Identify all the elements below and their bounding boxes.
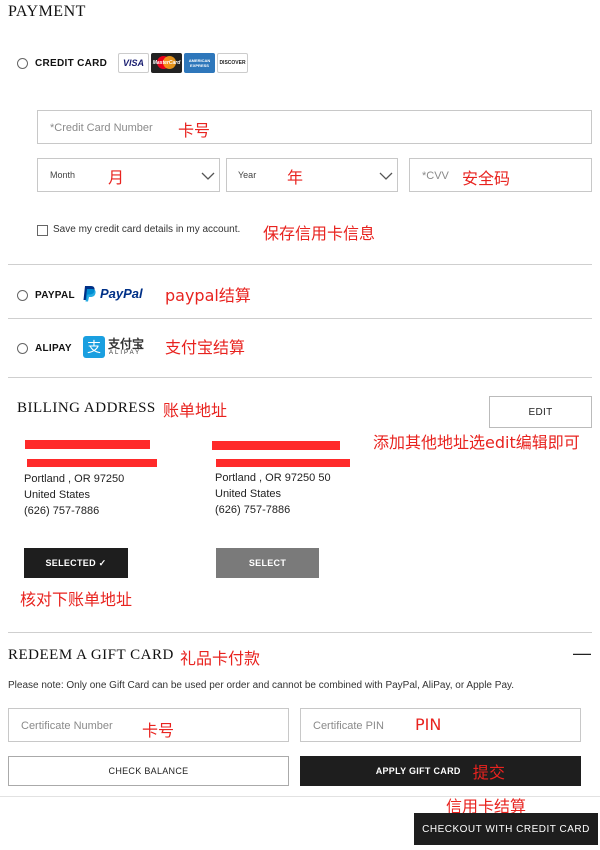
certificate-pin-input[interactable]: Certificate PIN PIN bbox=[300, 708, 581, 742]
month-note: 月 bbox=[108, 168, 125, 187]
amex-logo: AMERICAN EXPRESS bbox=[184, 53, 215, 73]
apply-gift-card-label: APPLY GIFT CARD bbox=[375, 766, 461, 776]
apply-gift-card-button[interactable]: APPLY GIFT CARD 提交 bbox=[300, 756, 581, 786]
billing-title-note: 账单地址 bbox=[163, 401, 228, 420]
apply-gift-card-note: 提交 bbox=[472, 763, 506, 782]
paypal-note: paypal结算 bbox=[165, 286, 251, 305]
certificate-pin-note: PIN bbox=[415, 715, 442, 734]
paypal-radio[interactable] bbox=[17, 290, 28, 301]
billing-title: BILLING ADDRESS bbox=[17, 400, 156, 416]
save-card-note: 保存信用卡信息 bbox=[263, 224, 376, 243]
gift-card-note: Please note: Only one Gift Card can be u… bbox=[8, 680, 515, 691]
address-2-phone: (626) 757-7886 bbox=[215, 504, 291, 516]
save-card-label: Save my credit card details in my accoun… bbox=[53, 224, 241, 235]
edit-button[interactable]: EDIT bbox=[489, 396, 592, 428]
alipay-brand-en: ALIPAY bbox=[109, 350, 142, 356]
chevron-down-icon bbox=[379, 172, 393, 180]
redaction-mark bbox=[27, 459, 157, 467]
mastercard-logo: MasterCard bbox=[151, 53, 182, 73]
credit-card-radio[interactable] bbox=[17, 58, 28, 69]
redaction-mark bbox=[212, 441, 340, 450]
checkout-with-credit-card-button[interactable]: CHECKOUT WITH CREDIT CARD bbox=[414, 813, 598, 845]
gift-card-title: REDEEM A GIFT CARD bbox=[8, 647, 174, 663]
card-number-note: 卡号 bbox=[178, 121, 211, 140]
payment-title: PAYMENT bbox=[8, 3, 86, 20]
divider bbox=[8, 318, 592, 319]
divider bbox=[8, 632, 592, 633]
cvv-note: 安全码 bbox=[462, 169, 511, 188]
certificate-number-placeholder: Certificate Number bbox=[21, 720, 113, 732]
chevron-down-icon bbox=[201, 172, 215, 180]
card-number-input[interactable]: *Credit Card Number 卡号 bbox=[37, 110, 592, 144]
verify-address-note: 核对下账单地址 bbox=[20, 590, 133, 609]
month-select[interactable]: Month 月 bbox=[37, 158, 220, 192]
edit-note: 添加其他地址选edit编辑即可 bbox=[373, 433, 580, 452]
address-2-country: United States bbox=[215, 488, 282, 500]
card-number-placeholder: *Credit Card Number bbox=[50, 122, 153, 134]
certificate-number-note: 卡号 bbox=[142, 721, 175, 740]
cvv-placeholder: *CVV bbox=[422, 170, 449, 182]
address-2-city: Portland , OR 97250 50 bbox=[215, 472, 331, 484]
visa-logo: VISA bbox=[118, 53, 149, 73]
redaction-mark bbox=[25, 440, 150, 449]
collapse-icon[interactable]: — bbox=[573, 643, 591, 664]
selected-address-button[interactable]: SELECTED ✓ bbox=[24, 548, 128, 578]
select-address-button[interactable]: SELECT bbox=[216, 548, 319, 578]
discover-logo: DISCOVER bbox=[217, 53, 248, 73]
gift-card-title-note: 礼品卡付款 bbox=[180, 649, 261, 668]
paypal-brand: PayPal bbox=[100, 286, 143, 301]
card-logos: VISA MasterCard AMERICAN EXPRESS DISCOVE… bbox=[118, 53, 248, 73]
paypal-icon bbox=[83, 286, 96, 302]
paypal-label: PAYPAL bbox=[35, 290, 75, 301]
certificate-pin-placeholder: Certificate PIN bbox=[313, 720, 384, 732]
credit-card-label: CREDIT CARD bbox=[35, 58, 108, 69]
save-card-checkbox[interactable] bbox=[37, 225, 48, 236]
address-1-city: Portland , OR 97250 bbox=[24, 473, 125, 485]
year-placeholder: Year bbox=[238, 170, 257, 180]
alipay-note: 支付宝结算 bbox=[165, 338, 246, 357]
divider bbox=[8, 377, 592, 378]
year-note: 年 bbox=[287, 168, 304, 187]
cvv-input[interactable]: *CVV 安全码 bbox=[409, 158, 592, 192]
divider bbox=[8, 264, 592, 265]
alipay-label: ALIPAY bbox=[35, 343, 72, 354]
alipay-icon: 支 bbox=[83, 336, 105, 358]
year-select[interactable]: Year 年 bbox=[226, 158, 398, 192]
alipay-radio[interactable] bbox=[17, 343, 28, 354]
address-1-phone: (626) 757-7886 bbox=[24, 505, 100, 517]
check-balance-button[interactable]: CHECK BALANCE bbox=[8, 756, 289, 786]
address-1-country: United States bbox=[24, 489, 91, 501]
month-placeholder: Month bbox=[50, 170, 76, 180]
redaction-mark bbox=[216, 459, 350, 467]
certificate-number-input[interactable]: Certificate Number 卡号 bbox=[8, 708, 289, 742]
